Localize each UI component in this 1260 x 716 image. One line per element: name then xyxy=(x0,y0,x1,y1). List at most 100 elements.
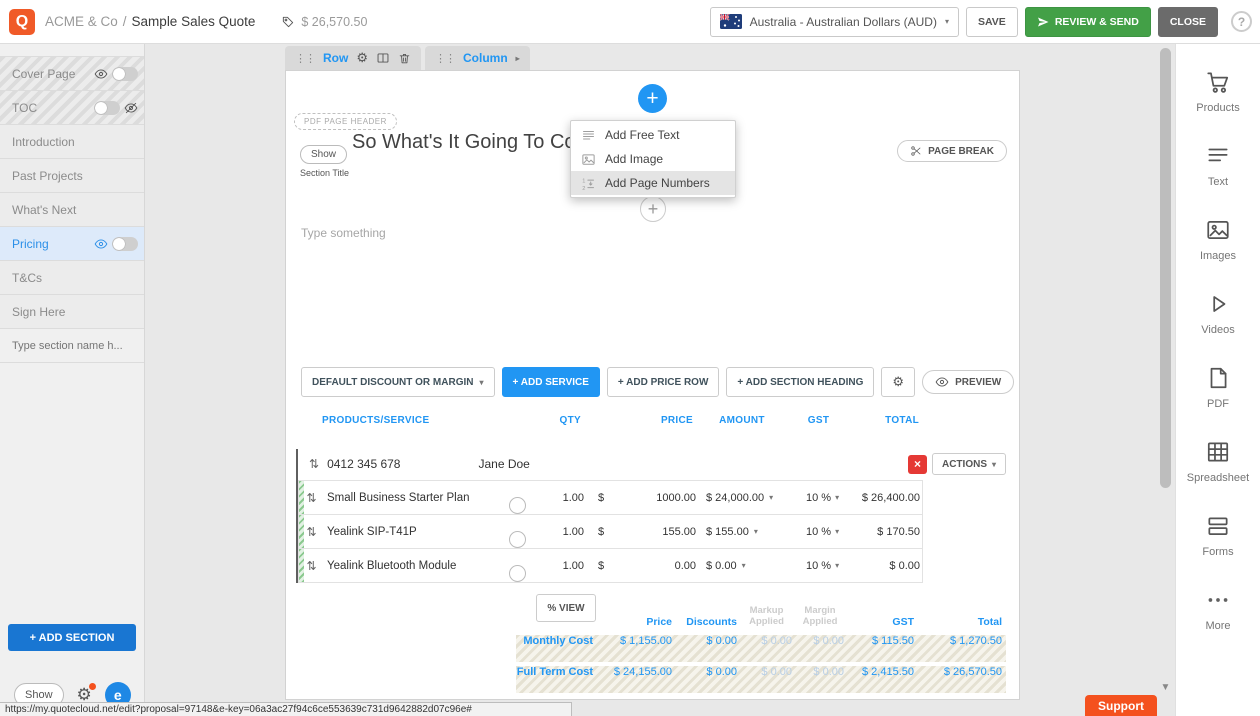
summary-markup: $ 0.00 xyxy=(741,666,796,693)
play-icon xyxy=(1205,291,1231,317)
gst-dropdown[interactable]: 10 %▾ xyxy=(794,492,849,504)
visibility-toggle[interactable] xyxy=(112,67,138,81)
new-section-input[interactable] xyxy=(12,340,132,352)
group-contact[interactable]: Jane Doe xyxy=(478,457,529,471)
toolbox-item-spreadsheet[interactable]: Spreadsheet xyxy=(1176,424,1260,498)
section-title-text[interactable]: So What's It Going To Co xyxy=(352,131,576,154)
menu-item-add-page-numbers[interactable]: 12 Add Page Numbers xyxy=(571,171,735,195)
toolbox-item-more[interactable]: More xyxy=(1176,572,1260,646)
help-button[interactable]: ? xyxy=(1231,11,1252,32)
sidebar-item-introduction[interactable]: Introduction xyxy=(0,125,144,159)
pdf-file-icon xyxy=(1205,365,1231,391)
summary-row-monthly: Monthly Cost $ 1,155.00 $ 0.00 $ 0.00 $ … xyxy=(516,635,1006,662)
amount-dropdown[interactable]: $ 0.00▾ xyxy=(696,560,794,572)
add-content-button[interactable]: + xyxy=(640,196,666,222)
toolbox-item-text[interactable]: Text xyxy=(1176,128,1260,202)
row-total: $ 0.00 xyxy=(849,560,922,572)
drag-handle-icon[interactable]: ⇅ xyxy=(299,491,319,505)
add-price-row-button[interactable]: + ADD PRICE ROW xyxy=(607,367,719,397)
toolbox-item-pdf[interactable]: PDF xyxy=(1176,350,1260,424)
price-field[interactable]: 155.00 xyxy=(616,526,696,538)
topbar: Q ACME & Co / Sample Sales Quote $ 26,57… xyxy=(0,0,1260,44)
delete-row-trash-icon[interactable] xyxy=(398,52,411,65)
gst-value: 10 % xyxy=(806,526,831,538)
actions-dropdown[interactable]: ACTIONS ▾ xyxy=(932,453,1006,475)
sidebar-item-pricing[interactable]: Pricing xyxy=(0,227,144,261)
toolbox-item-images[interactable]: Images xyxy=(1176,202,1260,276)
price-group-row: ⇅ 0412 345 678 Jane Doe × ACTIONS ▾ xyxy=(298,449,1008,479)
price-field[interactable]: 1000.00 xyxy=(616,492,696,504)
currency-selector[interactable]: Australia - Australian Dollars (AUD) ▾ xyxy=(710,7,959,37)
qty-field[interactable]: 1.00 xyxy=(544,560,586,572)
qty-field[interactable]: 1.00 xyxy=(544,492,586,504)
review-send-button[interactable]: REVIEW & SEND xyxy=(1025,7,1151,37)
menu-item-add-image[interactable]: Add Image xyxy=(571,147,735,171)
review-send-label: REVIEW & SEND xyxy=(1055,16,1139,28)
percent-view-toggle[interactable]: % VIEW xyxy=(536,594,596,622)
drag-handle-icon[interactable]: ⇅ xyxy=(299,559,319,573)
column-block-chip[interactable]: ⋮⋮ Column ▸ xyxy=(425,46,530,70)
form-fields-icon xyxy=(1205,513,1231,539)
row-settings-gear-icon[interactable]: ⚙ xyxy=(356,50,368,66)
close-button[interactable]: CLOSE xyxy=(1158,7,1218,37)
text-placeholder[interactable]: Type something xyxy=(301,226,386,240)
support-button[interactable]: Support xyxy=(1085,695,1157,716)
breadcrumb-separator: / xyxy=(123,14,127,29)
document-title[interactable]: Sample Sales Quote xyxy=(132,14,256,29)
chevron-down-icon: ▾ xyxy=(754,527,758,536)
product-name[interactable]: Small Business Starter Plan xyxy=(319,492,509,504)
gst-dropdown[interactable]: 10 % ▾ xyxy=(794,526,849,538)
amount-dropdown[interactable]: $ 24,000.00▾ xyxy=(696,492,794,504)
pricing-settings-button[interactable]: ⚙ xyxy=(881,367,915,397)
toolbox-item-videos[interactable]: Videos xyxy=(1176,276,1260,350)
block-toolbar: ⋮⋮ Row ⚙ ⋮⋮ Column ▸ xyxy=(285,46,530,70)
product-name[interactable]: Yealink SIP-T41P xyxy=(319,526,509,538)
add-element-button[interactable]: + xyxy=(638,84,667,113)
amount-dropdown[interactable]: $ 155.00▾ xyxy=(696,526,794,538)
summary-col-margin: Margin Applied xyxy=(796,606,848,628)
drag-handle-icon[interactable]: ⇅ xyxy=(304,457,319,471)
sidebar-item-tcs[interactable]: T&Cs xyxy=(0,261,144,295)
save-button[interactable]: SAVE xyxy=(966,7,1018,37)
add-section-button[interactable]: + ADD SECTION xyxy=(8,624,136,651)
group-phone[interactable]: 0412 345 678 xyxy=(327,457,400,471)
product-name[interactable]: Yealink Bluetooth Module xyxy=(319,560,509,572)
new-section-row xyxy=(0,329,144,363)
sidebar-item-toc[interactable]: TOC xyxy=(0,91,144,125)
scrollbar-thumb[interactable] xyxy=(1160,48,1171,488)
currency-symbol: $ xyxy=(586,560,616,572)
chevron-down-icon: ▾ xyxy=(479,378,483,387)
sidebar-item-whats-next[interactable]: What's Next xyxy=(0,193,144,227)
add-service-button[interactable]: + ADD SERVICE xyxy=(502,367,600,397)
row-block-chip[interactable]: ⋮⋮ Row ⚙ xyxy=(285,46,421,70)
preview-button[interactable]: PREVIEW xyxy=(922,370,1014,394)
scroll-down-arrow-icon[interactable]: ▼ xyxy=(1160,682,1171,693)
show-section-title-pill[interactable]: Show xyxy=(300,145,347,164)
qty-field[interactable]: 1.00 xyxy=(544,526,586,538)
delete-group-button[interactable]: × xyxy=(908,455,927,474)
visibility-toggle[interactable] xyxy=(112,237,138,251)
discount-margin-dropdown[interactable]: DEFAULT DISCOUNT OR MARGIN ▾ xyxy=(301,367,495,397)
sidebar-item-cover-page[interactable]: Cover Page xyxy=(0,57,144,91)
toolbox-item-forms[interactable]: Forms xyxy=(1176,498,1260,572)
svg-text:1: 1 xyxy=(582,178,585,184)
drag-grip-icon[interactable]: ⋮⋮ xyxy=(435,52,455,65)
page-break-button[interactable]: PAGE BREAK xyxy=(897,140,1007,162)
eye-off-icon xyxy=(124,101,138,115)
drag-grip-icon[interactable]: ⋮⋮ xyxy=(295,52,315,65)
sidebar-item-past-projects[interactable]: Past Projects xyxy=(0,159,144,193)
sidebar-item-sign-here[interactable]: Sign Here xyxy=(0,295,144,329)
price-field[interactable]: 0.00 xyxy=(616,560,696,572)
currency-symbol: $ xyxy=(586,492,616,504)
drag-handle-icon[interactable]: ⇅ xyxy=(299,525,319,539)
cart-icon xyxy=(1205,69,1231,95)
gst-dropdown[interactable]: 10 %▾ xyxy=(794,560,849,572)
chevron-down-icon: ▾ xyxy=(835,527,839,536)
menu-item-add-free-text[interactable]: Add Free Text xyxy=(571,123,735,147)
toolbox-item-products[interactable]: Products xyxy=(1176,54,1260,128)
add-column-icon[interactable] xyxy=(376,51,390,65)
summary-discounts: $ 0.00 xyxy=(676,635,741,662)
section-list: Cover Page TOC Introduction Past Project… xyxy=(0,56,144,363)
visibility-toggle[interactable] xyxy=(94,101,120,115)
add-section-heading-button[interactable]: + ADD SECTION HEADING xyxy=(726,367,874,397)
